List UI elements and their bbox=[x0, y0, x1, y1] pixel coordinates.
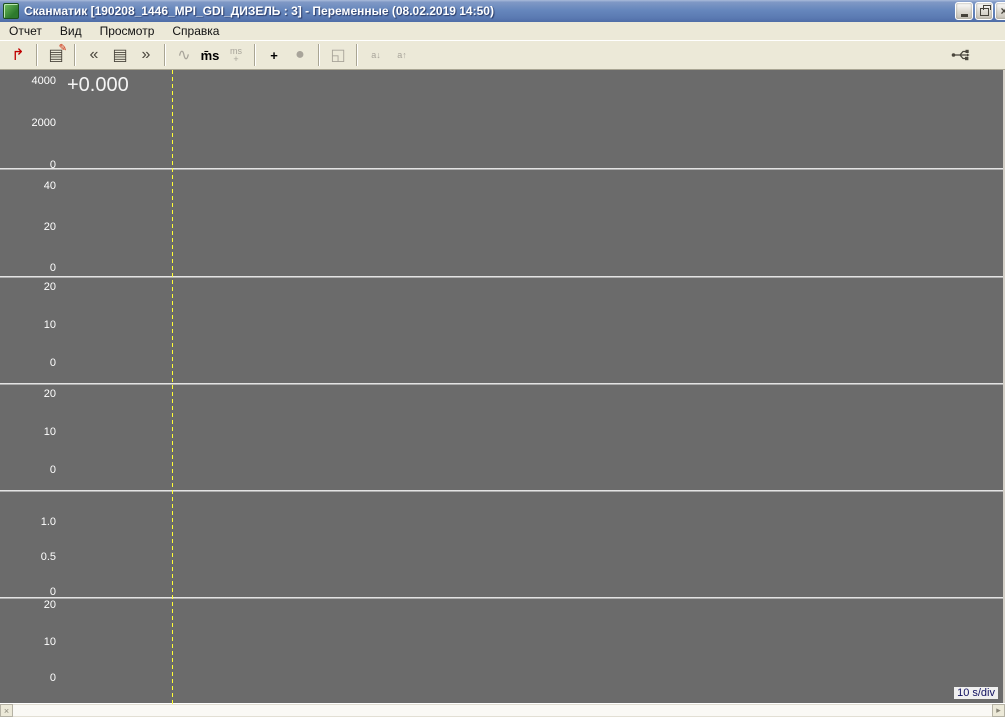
tick-label: 10 bbox=[44, 319, 56, 331]
close-button[interactable]: × bbox=[995, 2, 1005, 20]
tick-label: 20 bbox=[44, 221, 56, 233]
ms-scale-button[interactable]: m̄s bbox=[197, 43, 223, 67]
minimize-button[interactable] bbox=[955, 2, 973, 20]
menu-item-просмотр[interactable]: Просмотр bbox=[91, 23, 164, 39]
app-window: Сканматик [190208_1446_MPI_GDI_ДИЗЕЛЬ : … bbox=[0, 0, 1005, 717]
wave-mode-button[interactable]: ∿ bbox=[171, 43, 197, 67]
sort-down-button[interactable]: a↓ bbox=[363, 43, 389, 67]
tick-label: 20 bbox=[44, 281, 56, 293]
channel-row-5: 1.00.50 bbox=[0, 490, 1003, 597]
ms-plus-button[interactable]: ms + bbox=[223, 43, 249, 67]
y-axis-labels: 1.00.50 bbox=[0, 490, 63, 597]
title-bar[interactable]: Сканматик [190208_1446_MPI_GDI_ДИЗЕЛЬ : … bbox=[0, 0, 1005, 22]
chart-stack: 4000200004020020100201001.00.5020100+0.0… bbox=[0, 70, 1005, 704]
exit-button[interactable]: ↱ bbox=[5, 43, 31, 67]
toolbar-separator bbox=[164, 44, 166, 66]
time-cursor-line[interactable] bbox=[172, 70, 173, 704]
tick-label: 2000 bbox=[32, 117, 56, 129]
menu-item-справка[interactable]: Справка bbox=[163, 23, 228, 39]
toolbar-separator bbox=[36, 44, 38, 66]
toolbar-separator bbox=[318, 44, 320, 66]
tick-label: 0 bbox=[50, 262, 56, 274]
channel-row-3: 20 10 0 bbox=[0, 276, 1003, 383]
tick-label: 20 bbox=[44, 388, 56, 400]
restore-button[interactable] bbox=[975, 2, 993, 20]
tick-label: 1.0 bbox=[41, 516, 56, 528]
y-axis-labels: 400020000 bbox=[0, 70, 63, 168]
report-button[interactable]: ▤✎ bbox=[43, 43, 69, 67]
toolbar: ↱ ▤✎ «▤» ∿m̄sms + +● ◱ a↓a↑ bbox=[0, 40, 1005, 70]
usb-connection-icon[interactable] bbox=[951, 47, 971, 63]
menu-item-отчет[interactable]: Отчет bbox=[0, 23, 51, 39]
marker-button[interactable]: + bbox=[261, 43, 287, 67]
window-title: Сканматик [190208_1446_MPI_GDI_ДИЗЕЛЬ : … bbox=[24, 4, 494, 18]
tick-label: 0 bbox=[50, 672, 56, 684]
cursor-offset-label: +0.000 bbox=[67, 74, 129, 97]
panel-separator bbox=[0, 276, 1003, 278]
y-axis-labels: 20 10 0 bbox=[0, 276, 63, 383]
tick-label: 0 bbox=[50, 357, 56, 369]
page-list-button[interactable]: ▤ bbox=[107, 43, 133, 67]
horizontal-scrollbar: × ▸ bbox=[0, 703, 1005, 717]
toolbar-separator bbox=[254, 44, 256, 66]
menu-item-вид[interactable]: Вид bbox=[51, 23, 91, 39]
tick-label: 40 bbox=[44, 180, 56, 192]
panel-separator bbox=[0, 168, 1003, 170]
y-axis-labels: 20 10 0 bbox=[0, 383, 63, 490]
channel-row-6: 20 10 0 bbox=[0, 597, 1003, 704]
edit-pencil-icon: ✎ bbox=[59, 43, 67, 54]
scale-window-button[interactable]: ◱ bbox=[325, 43, 351, 67]
panel-separator bbox=[0, 597, 1003, 599]
panel-separator bbox=[0, 490, 1003, 492]
channel-row-1: 400020000 bbox=[0, 70, 1003, 168]
scrollbar-right-arrow[interactable]: ▸ bbox=[992, 704, 1005, 717]
y-axis-labels: 20 10 0 bbox=[0, 597, 63, 704]
tick-label: 0.5 bbox=[41, 551, 56, 563]
scrollbar-track[interactable] bbox=[13, 704, 992, 717]
y-axis-labels: 40 20 0 bbox=[0, 168, 63, 276]
time-per-div-badge: 10 s/div bbox=[954, 687, 998, 699]
record-button[interactable]: ● bbox=[287, 43, 313, 67]
panel-separator bbox=[0, 383, 1003, 385]
tick-label: 10 bbox=[44, 636, 56, 648]
next-page-button[interactable]: » bbox=[133, 43, 159, 67]
minimize-icon bbox=[961, 14, 968, 17]
tick-label: 0 bbox=[50, 464, 56, 476]
channel-row-4: 20 10 0 bbox=[0, 383, 1003, 490]
tick-label: 4000 bbox=[32, 75, 56, 87]
toolbar-separator bbox=[74, 44, 76, 66]
restore-icon bbox=[980, 8, 989, 16]
channel-row-2: 40 20 0 bbox=[0, 168, 1003, 276]
toolbar-separator bbox=[356, 44, 358, 66]
app-icon bbox=[3, 3, 19, 19]
tick-label: 10 bbox=[44, 426, 56, 438]
tick-label: 20 bbox=[44, 599, 56, 611]
menu-bar: ОтчетВидПросмотрСправка bbox=[0, 22, 1005, 40]
prev-page-button[interactable]: « bbox=[81, 43, 107, 67]
sort-up-button[interactable]: a↑ bbox=[389, 43, 415, 67]
window-controls: × bbox=[955, 2, 1005, 20]
scrollbar-left-button[interactable]: × bbox=[0, 704, 13, 717]
